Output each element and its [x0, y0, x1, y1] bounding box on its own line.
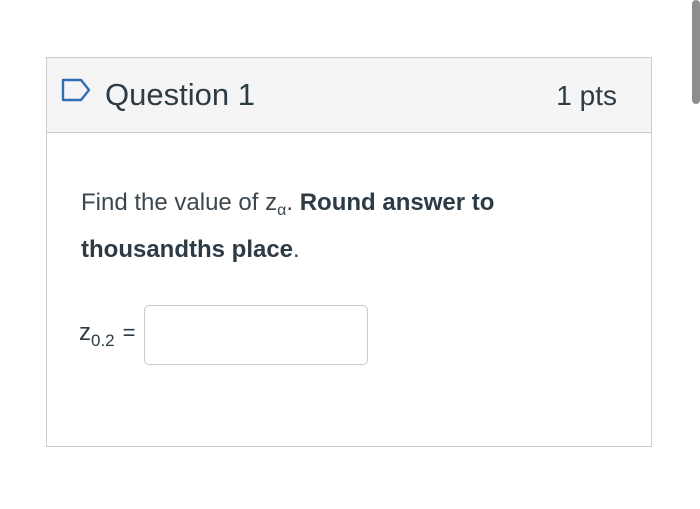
prompt-subscript: α [277, 202, 287, 219]
bookmark-flag-icon[interactable] [61, 78, 91, 102]
question-body: Find the value of zα. Round answer to th… [47, 133, 651, 447]
question-points: 1 pts [556, 80, 617, 111]
prompt-lead: Find the value of [81, 189, 266, 216]
answer-label: z0.2 = [79, 319, 136, 351]
prompt-end: . [293, 236, 300, 263]
question-header: Question 1 1 pts [47, 58, 651, 133]
question-title: Question 1 [105, 77, 255, 112]
page-scrollbar[interactable] [692, 0, 700, 104]
prompt-variable: z [265, 189, 278, 216]
answer-label-subscript: 0.2 [91, 331, 115, 350]
prompt-period: . [286, 189, 300, 216]
question-prompt: Find the value of zα. Round answer to th… [81, 183, 601, 269]
answer-input[interactable] [143, 305, 368, 365]
answer-label-variable: z [79, 319, 91, 346]
answer-label-equals: = [122, 320, 136, 345]
question-card: Question 1 1 pts Find the value of zα. R… [46, 57, 652, 447]
answer-row: z0.2 = [79, 305, 368, 365]
